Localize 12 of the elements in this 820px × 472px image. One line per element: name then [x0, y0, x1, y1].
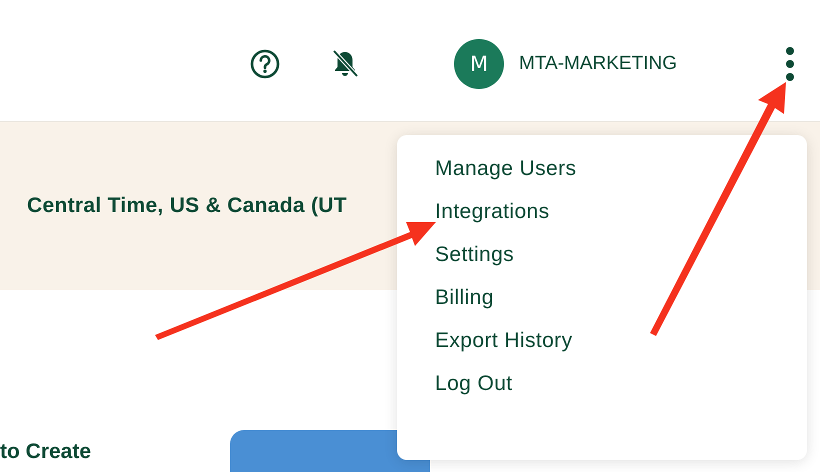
- menu-item[interactable]: Settings: [429, 237, 520, 273]
- account-name[interactable]: MTA-MARKETING: [519, 52, 677, 74]
- menu-item[interactable]: Integrations: [429, 194, 556, 230]
- menu-item[interactable]: Manage Users: [429, 151, 582, 187]
- menu-item[interactable]: Export History: [429, 323, 578, 359]
- help-icon[interactable]: [249, 48, 281, 80]
- avatar[interactable]: M: [454, 38, 504, 88]
- more-options-icon[interactable]: [785, 46, 795, 82]
- timezone-label: Central Time, US & Canada (UT: [27, 194, 347, 218]
- body-text: to Create: [0, 440, 92, 464]
- menu-item[interactable]: Log Out: [429, 366, 519, 402]
- menu-item[interactable]: Billing: [429, 280, 500, 316]
